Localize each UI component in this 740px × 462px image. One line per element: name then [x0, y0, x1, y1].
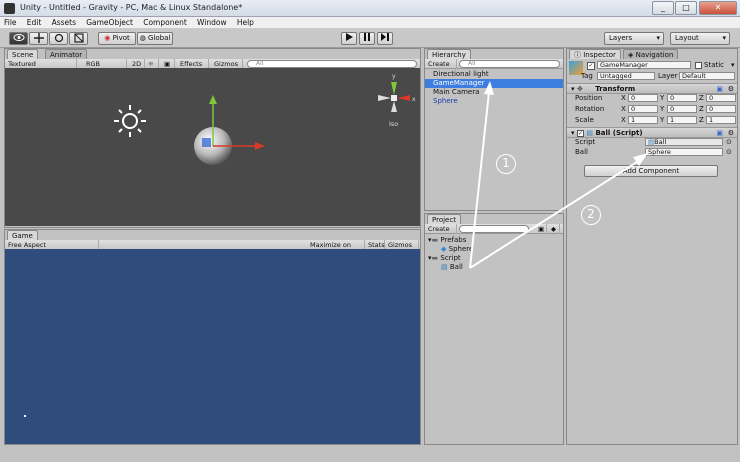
- annotation-arrow-2: [469, 159, 641, 269]
- annotation-marker-2: 2: [581, 205, 601, 225]
- annotation-arrowhead-1: [484, 81, 494, 95]
- annotation-arrow-1: [469, 91, 490, 269]
- annotation-marker-1: 1: [496, 154, 516, 174]
- annotation-overlay: [469, 81, 648, 269]
